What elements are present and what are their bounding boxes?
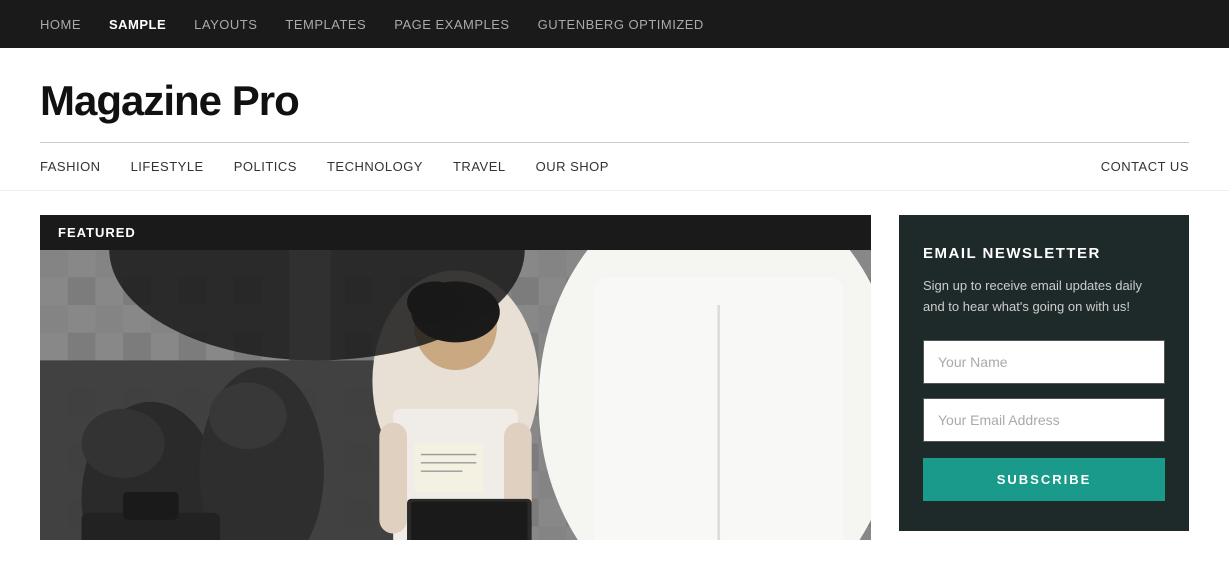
featured-section: FEATURED xyxy=(40,215,871,540)
nav-page-examples[interactable]: PAGE EXAMPLES xyxy=(394,17,509,32)
featured-label: FEATURED xyxy=(40,215,871,250)
nav-lifestyle[interactable]: LIFESTYLE xyxy=(131,159,204,174)
nav-templates[interactable]: TEMPLATES xyxy=(285,17,366,32)
newsletter-title: EMAIL NEWSLETTER xyxy=(923,245,1165,262)
nav-travel[interactable]: TRAVEL xyxy=(453,159,506,174)
nav-layouts[interactable]: LAYOUTS xyxy=(194,17,257,32)
newsletter-description: Sign up to receive email updates daily a… xyxy=(923,276,1165,318)
email-input[interactable] xyxy=(923,398,1165,442)
nav-gutenberg[interactable]: GUTENBERG OPTIMIZED xyxy=(538,17,704,32)
top-navigation: HOME SAMPLE LAYOUTS TEMPLATES PAGE EXAMP… xyxy=(0,0,1229,48)
nav-technology[interactable]: TECHNOLOGY xyxy=(327,159,423,174)
nav-contact-us[interactable]: CONTACT US xyxy=(1101,159,1189,174)
newsletter-box: EMAIL NEWSLETTER Sign up to receive emai… xyxy=(899,215,1189,531)
nav-our-shop[interactable]: OUR SHOP xyxy=(536,159,609,174)
main-content: FEATURED xyxy=(0,191,1229,564)
featured-image xyxy=(40,250,871,540)
featured-image-svg xyxy=(40,250,871,540)
sidebar: EMAIL NEWSLETTER Sign up to receive emai… xyxy=(899,215,1189,540)
nav-fashion[interactable]: FASHION xyxy=(40,159,101,174)
nav-politics[interactable]: POLITICS xyxy=(234,159,297,174)
nav-home[interactable]: HOME xyxy=(40,17,81,32)
subscribe-button[interactable]: SUBSCRIBE xyxy=(923,458,1165,501)
site-header: Magazine Pro xyxy=(0,48,1229,143)
secondary-navigation: FASHION LIFESTYLE POLITICS TECHNOLOGY TR… xyxy=(0,143,1229,191)
site-title: Magazine Pro xyxy=(40,78,1189,124)
nav-sample[interactable]: SAMPLE xyxy=(109,17,166,32)
secondary-nav-links: FASHION LIFESTYLE POLITICS TECHNOLOGY TR… xyxy=(40,159,1101,174)
name-input[interactable] xyxy=(923,340,1165,384)
